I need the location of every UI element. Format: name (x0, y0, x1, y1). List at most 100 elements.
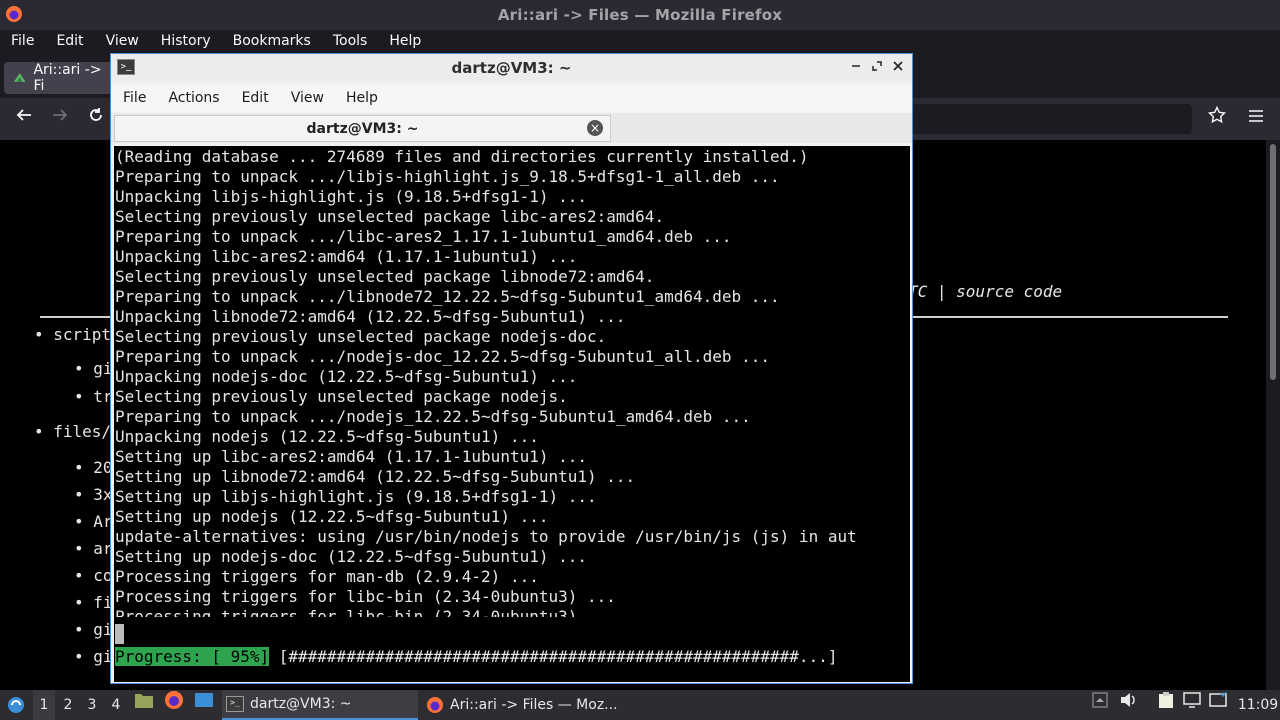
firefox-menubar: File Edit View History Bookmarks Tools Help (0, 30, 1280, 52)
terminal-log: (Reading database ... 274689 files and d… (115, 147, 905, 617)
firefox-menu-tools[interactable]: Tools (322, 33, 379, 49)
terminal-line: (Reading database ... 274689 files and d… (115, 147, 809, 166)
terminal-line: Unpacking nodejs-doc (12.22.5~dfsg-5ubun… (115, 367, 578, 386)
workspace-3[interactable]: 3 (81, 690, 103, 720)
chevron-up-icon (1092, 692, 1108, 708)
firefox-menu-file[interactable]: File (0, 33, 45, 49)
terminal-line: update-alternatives: using /usr/bin/node… (115, 527, 857, 546)
terminal-menu-actions[interactable]: Actions (156, 90, 229, 106)
terminal-line: Selecting previously unselected package … (115, 327, 607, 346)
start-menu-icon (8, 697, 24, 713)
firefox-tab-label: Ari::ari -> Fi (33, 62, 102, 94)
network-button[interactable] (1208, 690, 1228, 710)
back-button[interactable] (11, 106, 37, 132)
terminal-line: Setting up nodejs (12.22.5~dfsg-5ubuntu1… (115, 507, 549, 526)
terminal-menu-file[interactable]: File (111, 90, 156, 106)
firefox-titlebar: Ari::ari -> Files — Mozilla Firefox (0, 0, 1280, 30)
network-icon (1209, 692, 1227, 707)
list-item[interactable]: • co (74, 566, 113, 585)
display-button[interactable] (1182, 690, 1202, 710)
terminal-menu-edit[interactable]: Edit (230, 90, 279, 106)
list-item[interactable]: • Ar (74, 512, 113, 531)
list-item[interactable]: • fi (74, 593, 113, 612)
workspace-1[interactable]: 1 (33, 690, 55, 720)
firefox-tab[interactable]: Ari::ari -> Fi (4, 62, 114, 94)
terminal-task-label: dartz@VM3: ~ (250, 696, 352, 712)
terminal-line: Setting up libc-ares2:amd64 (1.17.1-1ubu… (115, 447, 588, 466)
list-item[interactable]: • ar (74, 539, 113, 558)
list-item[interactable]: • gi (74, 620, 113, 639)
terminal-task-button[interactable]: >_ dartz@VM3: ~ (222, 690, 418, 720)
terminal-line: Processing triggers for libc-bin (2.34-0… (115, 607, 616, 617)
list-item[interactable]: • scripts (34, 325, 121, 344)
terminal-window-title: dartz@VM3: ~ (451, 58, 572, 77)
terminal-titlebar[interactable]: >_ dartz@VM3: ~ (111, 54, 912, 81)
terminal-line: Processing triggers for man-db (2.9.4-2)… (115, 567, 539, 586)
terminal-line: Setting up nodejs-doc (12.22.5~dfsg-5ubu… (115, 547, 588, 566)
list-item[interactable]: • tr (74, 387, 113, 406)
terminal-line: Preparing to unpack .../libnode72_12.22.… (115, 287, 780, 306)
tray-expand-button[interactable] (1090, 690, 1110, 710)
firefox-menu-view[interactable]: View (95, 33, 150, 49)
terminal-tab-label: dartz@VM3: ~ (306, 120, 419, 137)
start-menu-button[interactable] (4, 690, 28, 720)
clipboard-icon (1159, 692, 1173, 708)
firefox-menu-history[interactable]: History (150, 33, 222, 49)
app-menu-button[interactable] (1243, 106, 1269, 132)
header-links[interactable]: TC | source code (908, 282, 1062, 301)
terminal-line: Setting up libjs-highlight.js (9.18.5+df… (115, 487, 597, 506)
workspace-2[interactable]: 2 (57, 690, 79, 720)
volume-icon (1121, 693, 1135, 707)
show-desktop-button[interactable] (194, 690, 214, 710)
list-item[interactable]: • gi (74, 647, 113, 666)
firefox-task-label: Ari::ari -> Files — Moz... (450, 697, 618, 713)
volume-button[interactable] (1118, 690, 1138, 710)
url-bar[interactable] (912, 104, 1192, 134)
reload-button[interactable] (83, 106, 109, 132)
clock[interactable]: 11:09 (1238, 690, 1278, 720)
firefox-launcher[interactable] (164, 690, 184, 710)
terminal-line: Unpacking libjs-highlight.js (9.18.5+dfs… (115, 187, 588, 206)
forward-arrow-icon (53, 109, 68, 121)
forward-button[interactable] (47, 106, 73, 132)
terminal-line: Unpacking libc-ares2:amd64 (1.17.1-1ubun… (115, 247, 578, 266)
star-icon (1207, 105, 1227, 124)
progress-label: Progress: [ 95%] (115, 647, 270, 666)
text-cursor (115, 624, 124, 644)
clipboard-button[interactable] (1156, 690, 1176, 710)
page-scrollbar-thumb[interactable] (1270, 144, 1276, 380)
close-tab-icon[interactable]: × (587, 120, 603, 136)
terminal-line: Preparing to unpack .../libc-ares2_1.17.… (115, 227, 732, 246)
terminal-line: Preparing to unpack .../libjs-highlight.… (115, 167, 780, 186)
firefox-task-button[interactable]: Ari::ari -> Files — Moz... (422, 690, 626, 720)
terminal-line: Processing triggers for libc-bin (2.34-0… (115, 587, 616, 606)
terminal-line: Selecting previously unselected package … (115, 207, 665, 226)
progress-line: Progress: [ 95%] [######################… (115, 647, 837, 667)
terminal-line: Preparing to unpack .../nodejs_12.22.5~d… (115, 407, 751, 426)
folder-icon (135, 694, 153, 708)
site-favicon-icon (13, 73, 26, 82)
desktop-icon (195, 693, 213, 707)
list-item[interactable]: • 20 (74, 458, 113, 477)
terminal-menu-help[interactable]: Help (334, 90, 388, 106)
taskbar: 1 2 3 4 >_ dartz@VM3: ~ Ari::ari -> File… (0, 690, 1280, 720)
minimize-button[interactable] (847, 58, 865, 76)
list-item[interactable]: • files/ (34, 422, 111, 441)
terminal-line: Unpacking libnode72:amd64 (12.22.5~dfsg-… (115, 307, 626, 326)
firefox-menu-help[interactable]: Help (378, 33, 432, 49)
terminal-line: Preparing to unpack .../nodejs-doc_12.22… (115, 347, 771, 366)
terminal-tabbar: dartz@VM3: ~ × (111, 113, 912, 143)
firefox-menu-bookmarks[interactable]: Bookmarks (222, 33, 322, 49)
bookmark-star-button[interactable] (1204, 105, 1230, 132)
terminal-tab[interactable]: dartz@VM3: ~ × (114, 115, 611, 142)
workspace-4[interactable]: 4 (105, 690, 127, 720)
list-item[interactable]: • gi (74, 359, 113, 378)
file-manager-launcher[interactable] (134, 690, 154, 710)
list-item[interactable]: • 3x (74, 485, 113, 504)
close-window-button[interactable] (889, 58, 907, 76)
terminal-output[interactable]: (Reading database ... 274689 files and d… (114, 146, 910, 682)
terminal-menu-view[interactable]: View (279, 90, 334, 106)
hamburger-menu-icon (1249, 110, 1263, 122)
maximize-button[interactable] (868, 58, 886, 76)
firefox-menu-edit[interactable]: Edit (45, 33, 94, 49)
